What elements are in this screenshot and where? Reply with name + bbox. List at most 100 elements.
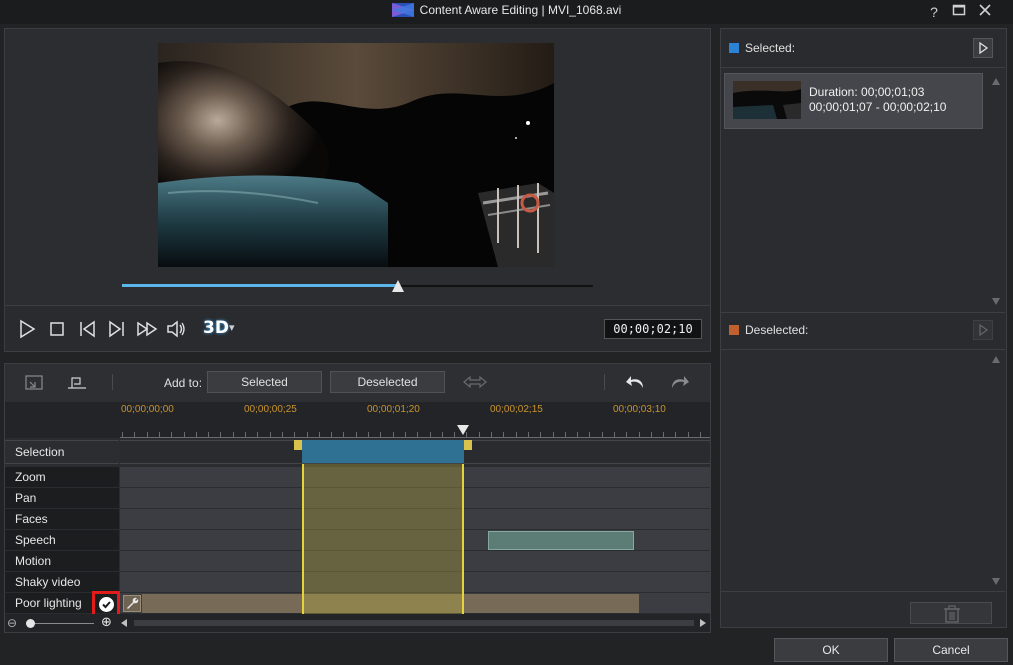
- toolbar-divider: [112, 374, 113, 390]
- playhead[interactable]: [457, 425, 469, 435]
- ruler-tick-label: 00;00;03;10: [613, 404, 666, 415]
- previous-frame-icon[interactable]: [76, 318, 98, 340]
- add-to-selected-button[interactable]: Selected: [207, 371, 322, 393]
- swap-arrows-icon[interactable]: [462, 372, 488, 392]
- zoom-out-icon[interactable]: ⊖: [7, 616, 17, 630]
- next-frame-icon[interactable]: [106, 318, 128, 340]
- ruler-tick: [626, 432, 627, 437]
- redo-icon[interactable]: [668, 372, 690, 392]
- selected-color-swatch: [729, 43, 739, 53]
- ruler-tick: [307, 432, 308, 437]
- track-label-pan: Pan: [5, 488, 119, 508]
- ruler-tick: [602, 432, 603, 437]
- ruler-tick: [208, 432, 209, 437]
- window-title-text: Content Aware Editing | MVI_1068.avi: [419, 2, 622, 17]
- ruler-tick: [651, 432, 652, 437]
- ruler-tick: [134, 432, 135, 437]
- speech-clip[interactable]: [488, 531, 634, 550]
- ruler-tick: [393, 432, 394, 437]
- ruler-tick: [442, 432, 443, 437]
- ruler-tick: [688, 432, 689, 437]
- ruler-tick: [454, 432, 455, 437]
- fix-lighting-button[interactable]: [123, 595, 141, 612]
- zoom-in-icon[interactable]: ⊕: [101, 615, 112, 629]
- toolbar-divider-2: [604, 374, 605, 390]
- ruler-tick: [380, 432, 381, 437]
- add-to-deselected-button[interactable]: Deselected: [330, 371, 445, 393]
- ruler-baseline: [120, 437, 710, 438]
- play-selected-button[interactable]: [973, 38, 993, 58]
- ruler-tick: [528, 432, 529, 437]
- selected-scroll-up-icon[interactable]: [992, 78, 1000, 85]
- ruler-tick: [675, 432, 676, 437]
- seek-thumb[interactable]: [392, 280, 404, 292]
- maximize-button[interactable]: [950, 3, 968, 21]
- track-label-faces: Faces: [5, 509, 119, 529]
- timecode-display: 00;00;02;10: [604, 319, 702, 339]
- ruler-tick: [589, 432, 590, 437]
- ruler-tick: [503, 432, 504, 437]
- fast-forward-icon[interactable]: [136, 318, 158, 340]
- deselected-scroll-up-icon[interactable]: [992, 356, 1000, 363]
- deselected-color-swatch: [729, 325, 739, 335]
- scroll-left-icon[interactable]: [121, 619, 127, 627]
- selection-end-handle[interactable]: [464, 440, 472, 450]
- play-icon[interactable]: [16, 318, 38, 340]
- play-icon: [979, 41, 989, 55]
- close-icon: [979, 4, 991, 16]
- ok-button[interactable]: OK: [774, 638, 888, 662]
- stop-icon[interactable]: [46, 318, 68, 340]
- track-label-motion: Motion: [5, 551, 119, 571]
- zoom-slider-thumb[interactable]: [26, 619, 35, 628]
- undo-icon[interactable]: [625, 372, 647, 392]
- seek-progress: [122, 284, 398, 287]
- ruler-tick: [639, 432, 640, 437]
- cave-video-frame: [158, 43, 554, 267]
- mark-out-icon[interactable]: [66, 372, 88, 392]
- help-button[interactable]: ?: [925, 3, 943, 21]
- selection-clip[interactable]: [302, 440, 464, 463]
- deselected-scroll-down-icon[interactable]: [992, 578, 1000, 585]
- 3d-mode-chevron-down-icon[interactable]: ▾: [229, 321, 235, 334]
- ruler-tick: [196, 432, 197, 437]
- ruler-tick-label: 00;00;01;20: [367, 404, 420, 415]
- 3d-mode-button[interactable]: 3D: [203, 318, 229, 340]
- timeline-ruler: [5, 402, 710, 438]
- selected-clip-thumbnail: [733, 81, 801, 119]
- ruler-tick: [614, 432, 615, 437]
- ruler-tick: [159, 432, 160, 437]
- selected-scroll-down-icon[interactable]: [992, 298, 1000, 305]
- selected-clip-duration: Duration: 00;00;01;03: [809, 85, 925, 99]
- ruler-tick: [171, 432, 172, 437]
- ruler-tick: [220, 432, 221, 437]
- scroll-right-icon[interactable]: [700, 619, 706, 627]
- ruler-tick: [553, 432, 554, 437]
- zoom-slider-track[interactable]: [26, 623, 94, 624]
- ruler-tick: [479, 432, 480, 437]
- ruler-tick: [663, 432, 664, 437]
- wrench-icon: [127, 597, 139, 609]
- ruler-tick-label: 00;00;00;25: [244, 404, 297, 415]
- selected-title: Selected:: [745, 41, 796, 55]
- delete-button[interactable]: [910, 602, 992, 624]
- play-deselected-button[interactable]: [973, 320, 993, 340]
- app-logo-icon: [391, 2, 414, 17]
- ruler-tick: [405, 432, 406, 437]
- mark-in-icon[interactable]: [24, 372, 46, 392]
- ruler-tick: [577, 432, 578, 437]
- ruler-tick: [540, 432, 541, 437]
- cancel-button[interactable]: Cancel: [894, 638, 1008, 662]
- ruler-tick: [700, 432, 701, 437]
- track-label-speech: Speech: [5, 530, 119, 550]
- ruler-tick: [430, 432, 431, 437]
- selection-start-handle[interactable]: [294, 440, 302, 450]
- add-to-label: Add to:: [164, 376, 203, 390]
- ruler-tick: [294, 432, 295, 437]
- close-button[interactable]: [976, 3, 994, 21]
- volume-icon[interactable]: [165, 318, 187, 340]
- poor-lighting-check-icon[interactable]: [99, 597, 114, 612]
- timeline-horizontal-scrollbar[interactable]: [134, 620, 694, 626]
- panel-divider: [721, 591, 1005, 592]
- ruler-tick: [147, 432, 148, 437]
- ruler-tick: [233, 432, 234, 437]
